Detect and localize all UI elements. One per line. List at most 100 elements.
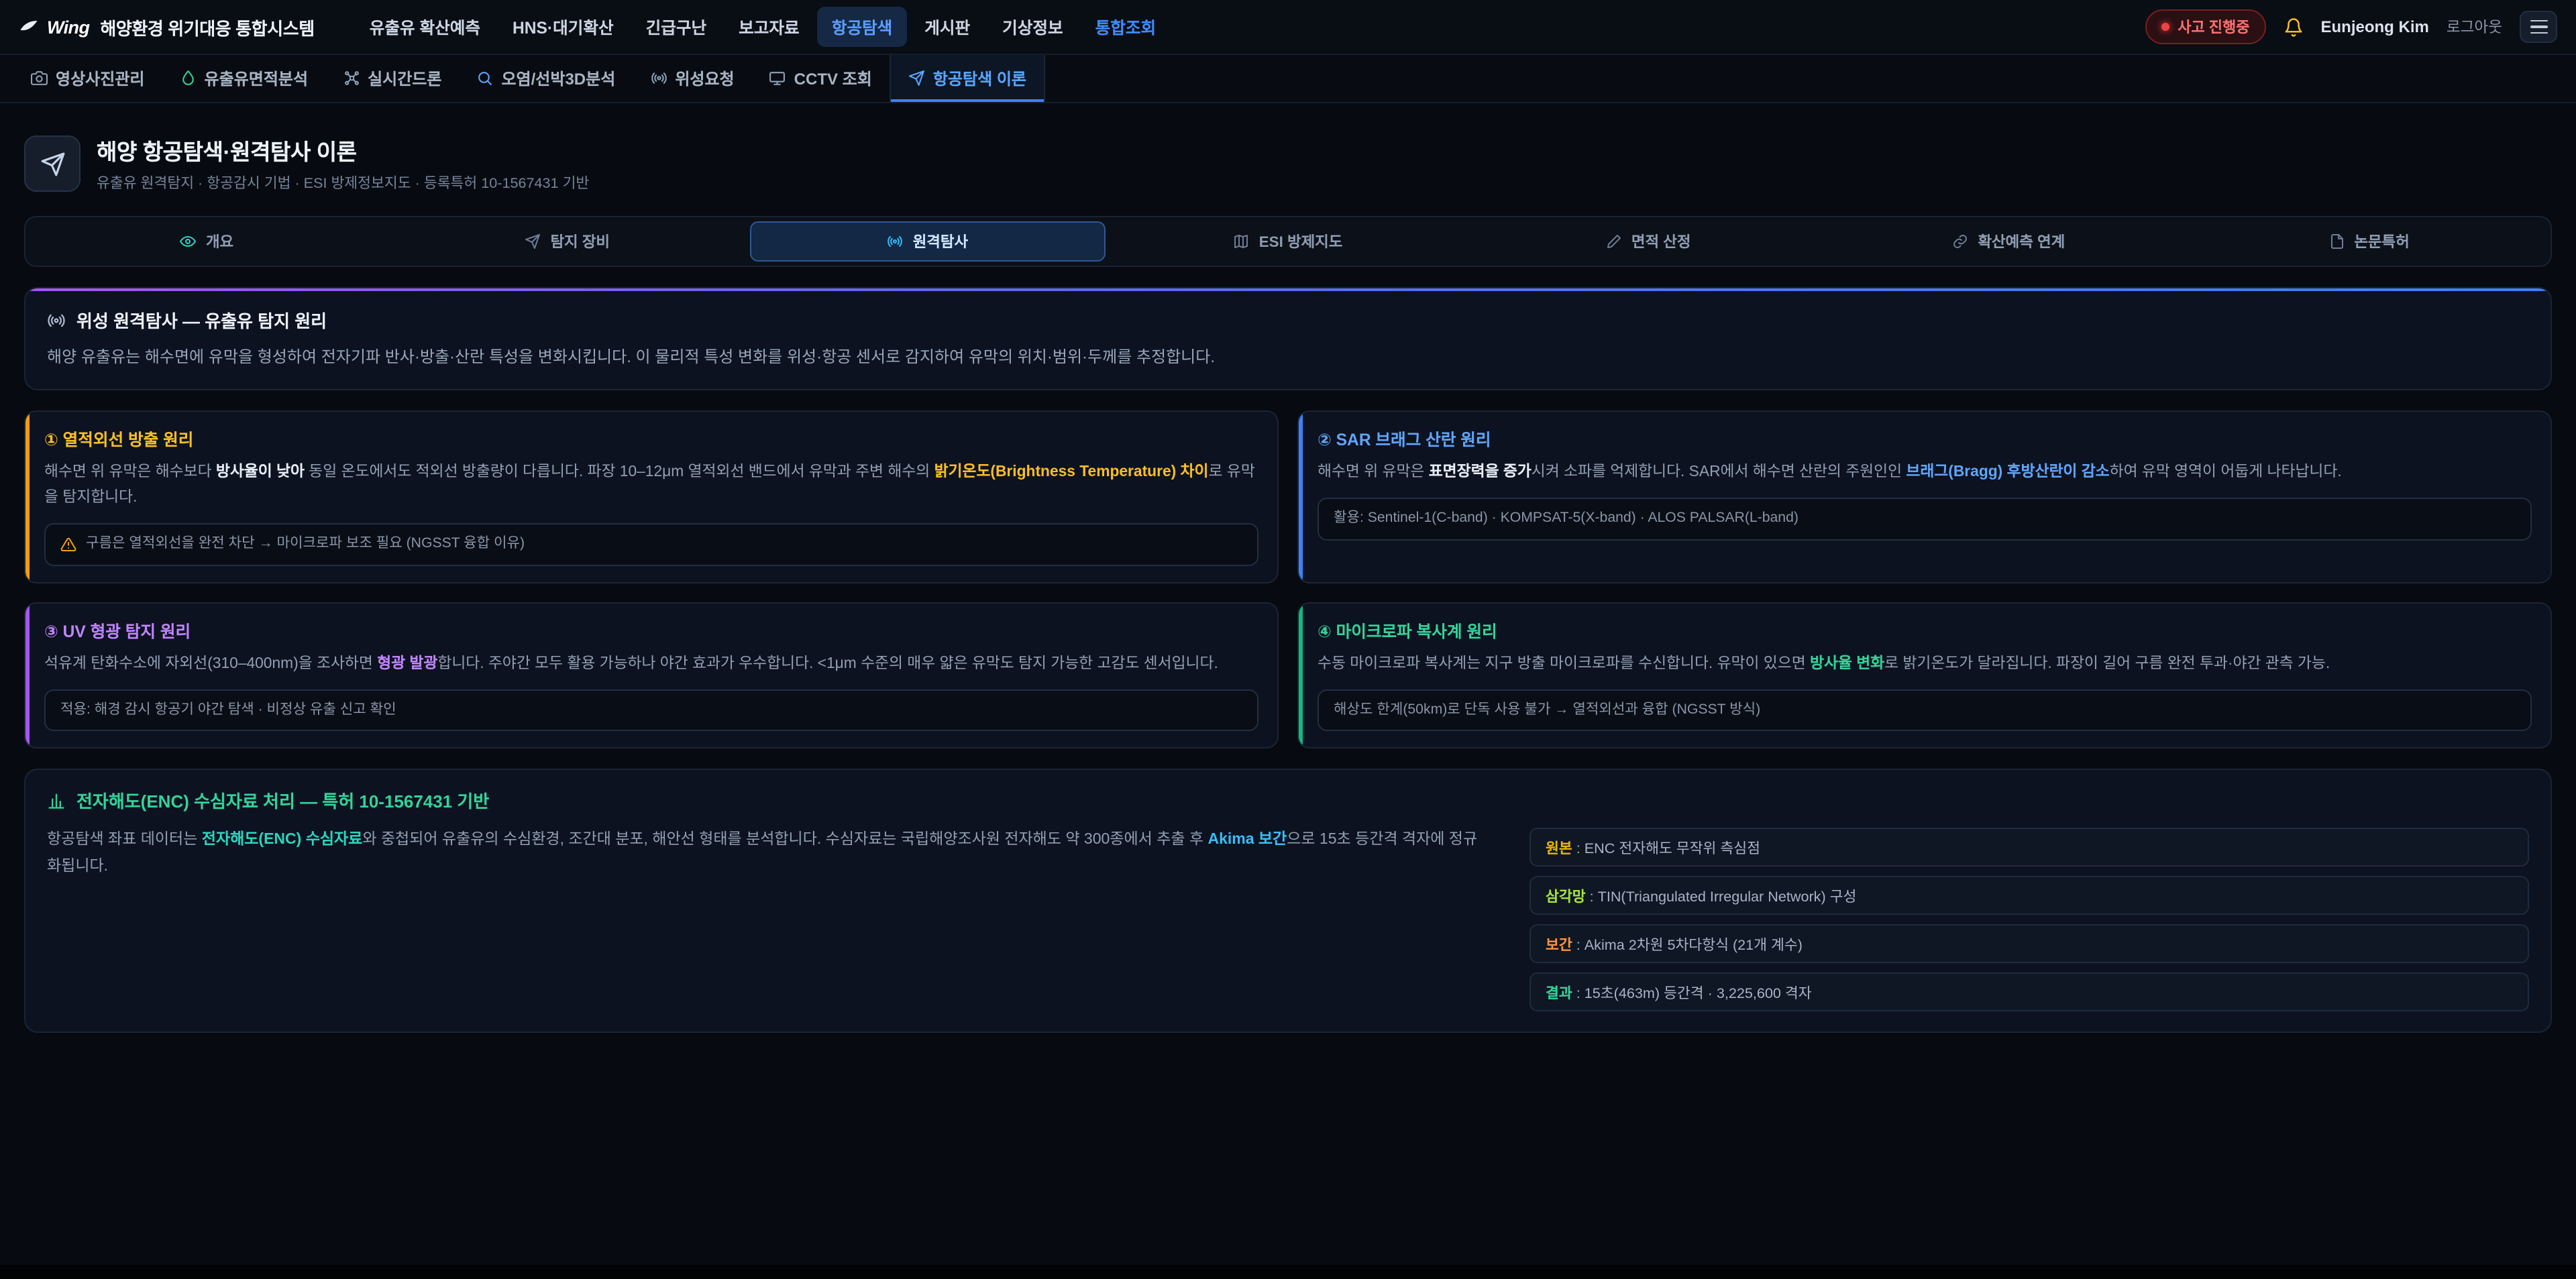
bar-chart-icon xyxy=(47,791,66,810)
tab-label: 개요 xyxy=(206,231,233,252)
section-remote-sensing-intro: 위성 원격탐사 — 유출유 탐지 원리 해양 유출유는 해수면에 유막을 형성하… xyxy=(24,287,2552,390)
section-enc-bathymetry: 전자해도(ENC) 수심자료 처리 — 특허 10-1567431 기반 항공탐… xyxy=(24,769,2552,1034)
page-icon-tile xyxy=(24,135,80,192)
principle-cards-grid: ① 열적외선 방출 원리 해수면 위 유막은 해수보다 방사율이 낮아 동일 온… xyxy=(24,410,2552,748)
enc-row-result: 결과: 15초(463m) 등간격 · 3,225,600 격자 xyxy=(1529,973,2529,1012)
tab-overview[interactable]: 개요 xyxy=(30,221,384,262)
section-description: 해양 유출유는 해수면에 유막을 형성하여 전자기파 반사·방출·산란 특성을 … xyxy=(47,345,2529,370)
brand[interactable]: Wing 해양환경 위기대응 통합시스템 xyxy=(19,14,315,40)
card-body: 해수면 위 유막은 표면장력을 증가시켜 소파를 억제합니다. SAR에서 해수… xyxy=(1318,460,2532,486)
tab-label: 원격탐사 xyxy=(913,231,968,252)
card-body: 해수면 위 유막은 해수보다 방사율이 낮아 동일 온도에서도 적외선 방출량이… xyxy=(44,460,1258,510)
aerial-search-icon xyxy=(40,151,65,176)
card-title: ① 열적외선 방출 원리 xyxy=(44,427,1258,451)
satellite-icon xyxy=(650,70,667,87)
brand-title: 해양환경 위기대응 통합시스템 xyxy=(100,14,314,40)
drone-icon xyxy=(343,70,360,87)
main-content: 해양 항공탐색·원격탐사 이론 유출유 원격탐지 · 항공감시 기법 · ESI… xyxy=(0,103,2576,1034)
section-title-row: 위성 원격탐사 — 유출유 탐지 원리 xyxy=(47,307,2529,333)
card-title: ② SAR 브래그 산란 원리 xyxy=(1318,427,2532,451)
enc-process-rows: 원본: ENC 전자해도 무작위 측심점 삼각망: TIN(Triangulat… xyxy=(1529,828,2529,1012)
subnav-item-satellite-request[interactable]: 위성요청 xyxy=(633,55,751,102)
subnav-item-3d-analysis[interactable]: 오염/선박3D분석 xyxy=(459,55,633,102)
status-dot-icon xyxy=(2161,23,2169,31)
nav-item-oil-diffusion[interactable]: 유출유 확산예측 xyxy=(355,7,495,47)
subnav-label: 유출유면적분석 xyxy=(205,67,309,90)
droplet-icon xyxy=(180,70,197,87)
nav-item-weather[interactable]: 기상정보 xyxy=(987,7,1078,47)
brand-logo-text: Wing xyxy=(47,17,89,37)
search-icon xyxy=(476,70,493,87)
subnav-item-cctv[interactable]: CCTV 조회 xyxy=(752,55,890,102)
tab-esi-map[interactable]: ESI 방제지도 xyxy=(1110,221,1465,262)
page-header: 해양 항공탐색·원격탐사 이론 유출유 원격탐지 · 항공감시 기법 · ESI… xyxy=(24,134,2552,193)
card-note: 구름은 열적외선을 완전 차단 → 마이크로파 보조 필요 (NGSST 융합 … xyxy=(44,523,1258,566)
subnav-item-aerial-theory[interactable]: 항공탐색 이론 xyxy=(890,55,1045,102)
paper-plane-icon xyxy=(908,70,925,87)
tab-label: 논문특허 xyxy=(2354,231,2409,252)
card-note: 해상도 한계(50km)로 단독 사용 불가 → 열적외선과 융합 (NGSST… xyxy=(1318,689,2532,732)
nav-item-integrated-search[interactable]: 통합조회 xyxy=(1081,7,1171,47)
page-subtitle: 유출유 원격탐지 · 항공감시 기법 · ESI 방제정보지도 · 등록특허 1… xyxy=(97,172,589,193)
card-sar-bragg: ② SAR 브래그 산란 원리 해수면 위 유막은 표면장력을 증가시켜 소파를… xyxy=(1297,410,2552,583)
notifications-button[interactable] xyxy=(2284,17,2304,37)
tab-area-calculation[interactable]: 면적 산정 xyxy=(1471,221,1826,262)
subnav-label: 위성요청 xyxy=(675,67,734,90)
tab-detection-equipment[interactable]: 탐지 장비 xyxy=(390,221,745,262)
tab-diffusion-link[interactable]: 확산예측 연계 xyxy=(1831,221,2186,262)
card-note-text: 구름은 열적외선을 완전 차단 → 마이크로파 보조 필요 (NGSST 융합 … xyxy=(86,534,525,555)
card-note-text: 해상도 한계(50km)로 단독 사용 불가 → 열적외선과 융합 (NGSST… xyxy=(1334,700,1760,721)
eye-icon xyxy=(180,233,197,249)
incident-status-badge[interactable]: 사고 진행중 xyxy=(2145,9,2265,44)
bell-icon xyxy=(2284,17,2304,37)
menu-icon xyxy=(2530,19,2547,21)
document-icon xyxy=(2328,233,2345,249)
card-title: ④ 마이크로파 복사계 원리 xyxy=(1318,618,2532,642)
enc-row-interpolation: 보간: Akima 2차원 5차다항식 (21개 계수) xyxy=(1529,925,2529,964)
tab-papers-patents[interactable]: 논문특허 xyxy=(2192,221,2546,262)
map-icon xyxy=(1234,233,1250,249)
nav-item-reports[interactable]: 보고자료 xyxy=(724,7,814,47)
tab-label: 면적 산정 xyxy=(1631,231,1691,252)
subnav-item-imagery[interactable]: 영상사진관리 xyxy=(13,55,162,102)
card-note-text: 적용: 해경 감시 항공기 야간 탐색 · 비정상 유출 신고 확인 xyxy=(60,700,396,721)
pencil-icon xyxy=(1606,233,1622,249)
subnav-label: 실시간드론 xyxy=(368,67,441,90)
card-body: 석유계 탄화수소에 자외선(310–400nm)을 조사하면 형광 발광합니다.… xyxy=(44,651,1258,677)
user-name[interactable]: Eunjeong Kim xyxy=(2321,17,2429,36)
enc-row-tin: 삼각망: TIN(Triangulated Irregular Network)… xyxy=(1529,877,2529,915)
enc-section-title: 전자해도(ENC) 수심자료 처리 — 특허 10-1567431 기반 xyxy=(76,788,489,814)
link-icon xyxy=(1952,233,1968,249)
satellite-icon xyxy=(888,233,904,249)
nav-item-rescue[interactable]: 긴급구난 xyxy=(631,7,722,47)
enc-row-source: 원본: ENC 전자해도 무작위 측심점 xyxy=(1529,828,2529,867)
tab-label: 탐지 장비 xyxy=(550,231,610,252)
card-microwave-radiometer: ④ 마이크로파 복사계 원리 수동 마이크로파 복사계는 지구 방출 마이크로파… xyxy=(1297,602,2552,748)
card-uv-fluorescence: ③ UV 형광 탐지 원리 석유계 탄화수소에 자외선(310–400nm)을 … xyxy=(24,602,1279,748)
menu-button[interactable] xyxy=(2520,11,2557,43)
section-title: 위성 원격탐사 — 유출유 탐지 원리 xyxy=(76,307,327,333)
nav-item-hns-air[interactable]: HNS·대기확산 xyxy=(498,7,629,47)
card-title: ③ UV 형광 탐지 원리 xyxy=(44,618,1258,642)
main-menu: 유출유 확산예측 HNS·대기확산 긴급구난 보고자료 항공탐색 게시판 기상정… xyxy=(355,7,1171,47)
cctv-icon xyxy=(769,70,786,87)
card-note-text: 활용: Sentinel-1(C-band) · KOMPSAT-5(X-ban… xyxy=(1334,508,1799,530)
page-header-text: 해양 항공탐색·원격탐사 이론 유출유 원격탐지 · 항공감시 기법 · ESI… xyxy=(97,134,589,193)
app-root: Wing 해양환경 위기대응 통합시스템 유출유 확산예측 HNS·대기확산 긴… xyxy=(0,0,2576,1279)
camera-icon xyxy=(31,70,48,87)
top-navbar: Wing 해양환경 위기대응 통합시스템 유출유 확산예측 HNS·대기확산 긴… xyxy=(0,0,2576,55)
card-note: 활용: Sentinel-1(C-band) · KOMPSAT-5(X-ban… xyxy=(1318,498,2532,541)
enc-title-row: 전자해도(ENC) 수심자료 처리 — 특허 10-1567431 기반 xyxy=(47,788,2529,814)
subnav-item-drone[interactable]: 실시간드론 xyxy=(325,55,459,102)
logout-button[interactable]: 로그아웃 xyxy=(2447,16,2502,38)
tab-label: ESI 방제지도 xyxy=(1259,231,1343,252)
nav-item-board[interactable]: 게시판 xyxy=(910,7,985,47)
tab-remote-sensing[interactable]: 원격탐사 xyxy=(750,221,1105,262)
subnav-item-oil-area[interactable]: 유출유면적분석 xyxy=(162,55,326,102)
subnav-label: 영상사진관리 xyxy=(56,67,145,90)
card-body: 수동 마이크로파 복사계는 지구 방출 마이크로파를 수신합니다. 유막이 있으… xyxy=(1318,651,2532,677)
nav-item-aerial-search[interactable]: 항공탐색 xyxy=(817,7,908,47)
wing-logo-icon xyxy=(19,17,39,37)
satellite-icon xyxy=(47,311,66,329)
navbar-right: 사고 진행중 Eunjeong Kim 로그아웃 xyxy=(2145,9,2557,44)
